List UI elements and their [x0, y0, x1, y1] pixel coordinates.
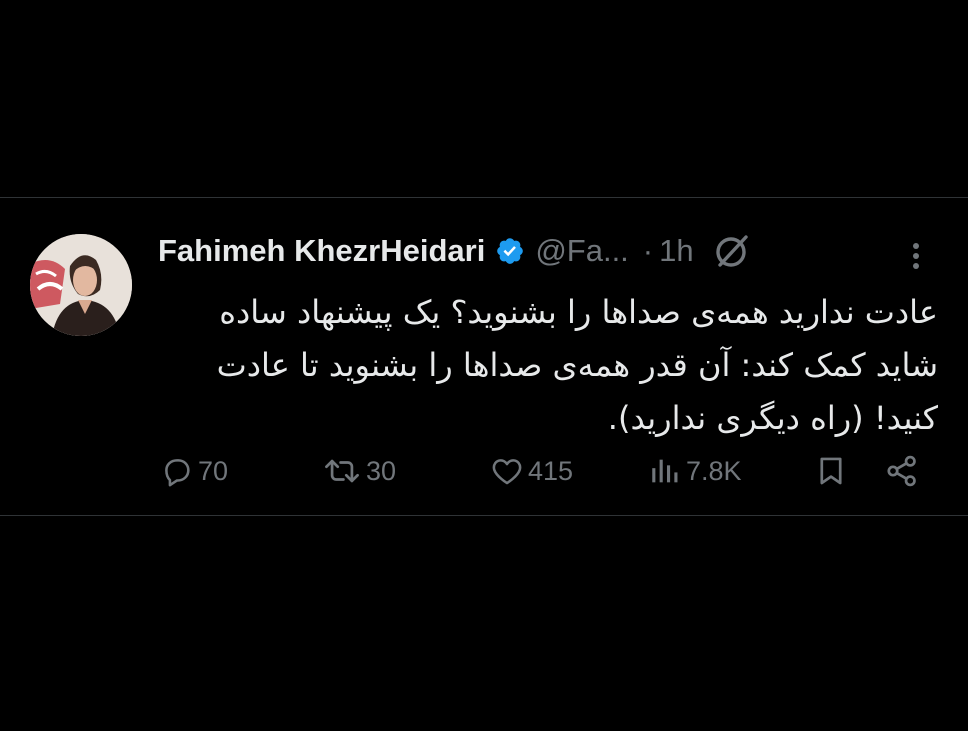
repost-count: 30 [366, 455, 397, 486]
avatar-image [30, 234, 132, 336]
share-button[interactable] [884, 450, 920, 492]
action-bar: 70 30 415 7.8K [0, 450, 968, 492]
verified-badge-icon[interactable] [495, 236, 525, 266]
tweet-text: عادت ندارید همه‌ی صداها را بشنوید؟ یک پی… [158, 286, 938, 445]
tweet-text-line: شاید کمک کند: آن قدر همه‌ی صداها را بشنو… [216, 346, 938, 384]
tweet-header: Fahimeh KhezrHeidari @Fa... · 1h [158, 228, 752, 274]
like-button[interactable]: 415 [490, 450, 573, 492]
display-name[interactable]: Fahimeh KhezrHeidari [158, 233, 485, 269]
reply-button[interactable]: 70 [160, 450, 228, 492]
handle[interactable]: @Fa... [535, 233, 628, 269]
bookmark-icon [814, 454, 848, 488]
avatar[interactable] [30, 234, 132, 336]
timestamp[interactable]: 1h [659, 233, 693, 269]
reply-icon [160, 454, 194, 488]
tweet[interactable]: Fahimeh KhezrHeidari @Fa... · 1h عادت ند… [0, 198, 968, 515]
views-icon [648, 454, 682, 488]
separator-dot: · [642, 233, 654, 268]
reply-count: 70 [198, 455, 229, 486]
screenshot-page: Fahimeh KhezrHeidari @Fa... · 1h عادت ند… [0, 0, 968, 731]
tweet-text-line: کنید! (راه دیگری ندارید). [607, 399, 938, 437]
view-count: 7.8K [686, 455, 742, 486]
like-count: 415 [528, 455, 574, 486]
share-icon [884, 453, 920, 489]
bookmark-button[interactable] [814, 450, 848, 492]
more-vertical-icon[interactable] [904, 238, 928, 274]
bottom-divider [0, 515, 968, 516]
tweet-text-line: عادت ندارید همه‌ی صداها را بشنوید؟ یک پی… [219, 293, 938, 331]
views-button[interactable]: 7.8K [648, 450, 742, 492]
heart-icon [490, 454, 524, 488]
repost-icon [322, 454, 362, 488]
repost-button[interactable]: 30 [322, 450, 396, 492]
grok-icon[interactable] [712, 231, 752, 271]
